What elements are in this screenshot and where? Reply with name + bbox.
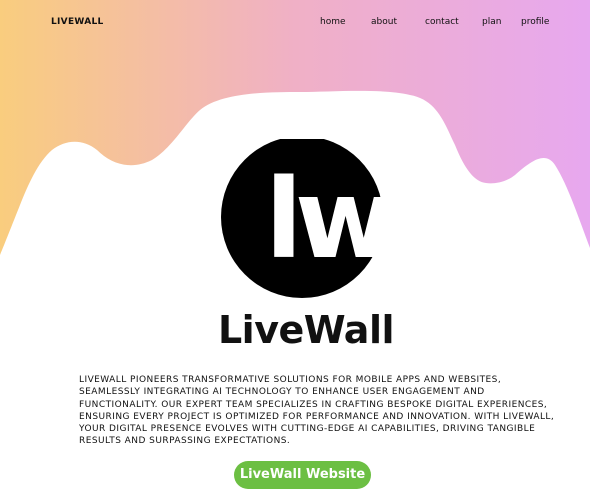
brand-logo-text[interactable]: LIVEWALL bbox=[51, 17, 104, 27]
nav-link-profile[interactable]: profile bbox=[521, 17, 549, 27]
livewall-website-button[interactable]: LiveWall Website bbox=[234, 461, 371, 489]
page-title: LiveWall bbox=[217, 308, 395, 352]
livewall-logo-icon: lw bbox=[221, 139, 389, 298]
nav-link-home[interactable]: home bbox=[320, 17, 346, 27]
top-navigation: LIVEWALL home about contact plan profile bbox=[0, 0, 590, 46]
company-description: LiveWall pioneers transformative solutio… bbox=[79, 375, 555, 447]
logo-letters: lw bbox=[265, 155, 389, 283]
nav-link-contact[interactable]: contact bbox=[425, 17, 459, 27]
nav-link-plan[interactable]: plan bbox=[482, 17, 501, 27]
nav-link-about[interactable]: about bbox=[371, 17, 397, 27]
